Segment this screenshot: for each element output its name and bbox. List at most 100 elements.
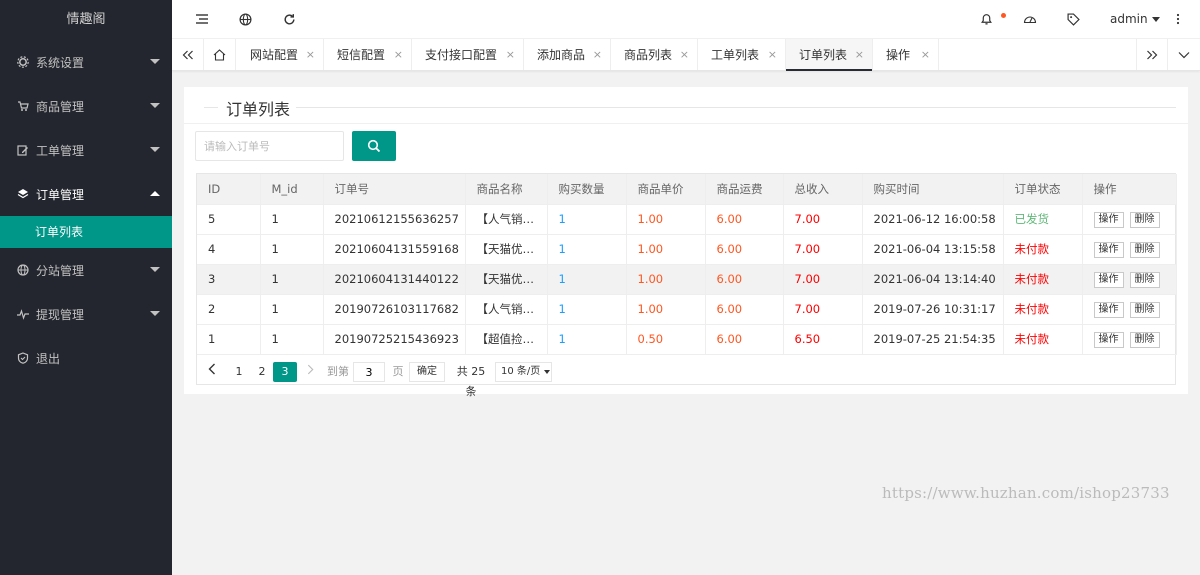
cell-time: 2019-07-25 21:54:35: [862, 324, 1004, 355]
tab-label: 添加商品: [537, 48, 586, 62]
cell-order-no: 20190726103117682: [323, 294, 466, 325]
tab-order-list[interactable]: 订单列表 ×: [786, 39, 873, 71]
cell-name: 【超值捡…: [465, 324, 548, 355]
per-page-select[interactable]: 10 条/页: [495, 362, 552, 382]
sidebar-item-goods[interactable]: 商品管理: [0, 84, 172, 128]
tag-icon[interactable]: [1065, 11, 1081, 27]
delete-button[interactable]: 删除: [1129, 211, 1160, 228]
tab-label: 操作: [886, 48, 911, 62]
tab-add-goods[interactable]: 添加商品 ×: [524, 39, 611, 70]
tab-close-icon[interactable]: ×: [593, 48, 602, 61]
col-header: 商品名称: [465, 174, 548, 205]
operate-button[interactable]: 操作: [1093, 241, 1124, 258]
order-search-input[interactable]: [195, 131, 344, 161]
cell-qty: 1: [547, 324, 627, 355]
cell-order-no: 20210612155636257: [323, 204, 466, 235]
cell-actions: 操作 删除: [1082, 294, 1177, 325]
sidebar-item-logout[interactable]: 退出: [0, 336, 172, 380]
refresh-icon[interactable]: [281, 11, 297, 27]
tab-close-icon[interactable]: ×: [680, 48, 689, 61]
col-header: 商品运费: [705, 174, 784, 205]
tab-label: 支付接口配置: [425, 48, 498, 62]
tab-close-icon[interactable]: ×: [306, 48, 315, 61]
operate-button[interactable]: 操作: [1093, 211, 1124, 228]
prev-page-icon[interactable]: [203, 362, 221, 382]
cell-freight: 6.00: [705, 234, 784, 265]
tabs-dropdown-icon[interactable]: [1168, 39, 1200, 70]
tab-close-icon[interactable]: ×: [394, 48, 403, 61]
tab-ticket-list[interactable]: 工单列表 ×: [698, 39, 786, 70]
orders-table-wrap: ID M_id 订单号 商品名称 购买数量 商品单价 商品运费 总收入 购买时间…: [196, 173, 1177, 398]
col-header: 商品单价: [626, 174, 706, 205]
tab-sms-config[interactable]: 短信配置 ×: [324, 39, 412, 70]
tab-site-config[interactable]: 网站配置 ×: [237, 39, 324, 70]
cell-mid: 1: [260, 234, 324, 265]
sidebar-item-system-settings[interactable]: 系统设置: [0, 40, 172, 84]
delete-button[interactable]: 删除: [1129, 271, 1160, 288]
operate-button[interactable]: 操作: [1093, 271, 1124, 288]
user-menu[interactable]: admin: [1110, 12, 1160, 26]
tab-close-icon[interactable]: ×: [921, 48, 930, 61]
page-button-3[interactable]: 3: [273, 362, 297, 382]
table-row[interactable]: 4 1 20210604131559168 【天猫优… 1 1.00 6.00 …: [197, 234, 1177, 265]
table-row[interactable]: 2 1 20190726103117682 【人气销… 1 1.00 6.00 …: [197, 294, 1177, 325]
cell-name: 【天猫优…: [465, 264, 548, 295]
tabs-scroll-right-icon[interactable]: [1136, 39, 1168, 70]
theme-palette-icon[interactable]: [1022, 11, 1038, 27]
cell-mid: 1: [260, 204, 324, 235]
cell-price: 1.00: [626, 204, 706, 235]
cell-status: 已发货: [1003, 204, 1083, 235]
page-button-2[interactable]: 2: [252, 362, 272, 382]
sidebar-item-tickets[interactable]: 工单管理: [0, 128, 172, 172]
delete-button[interactable]: 删除: [1129, 301, 1160, 318]
cell-order-no: 20210604131440122: [323, 264, 466, 295]
watermark: https://www.huzhan.com/ishop23733: [882, 484, 1170, 502]
sidebar-item-substations[interactable]: 分站管理: [0, 248, 172, 292]
edit-icon: [16, 143, 30, 157]
cell-actions: 操作 删除: [1082, 324, 1177, 355]
sidebar-item-orders[interactable]: 订单管理: [0, 172, 172, 216]
tab-goods-list[interactable]: 商品列表 ×: [611, 39, 698, 70]
table-row[interactable]: 3 1 20210604131440122 【天猫优… 1 1.00 6.00 …: [197, 264, 1177, 295]
delete-button[interactable]: 删除: [1129, 331, 1160, 348]
goto-confirm-button[interactable]: 确定: [409, 362, 445, 382]
sidebar-item-withdrawals[interactable]: 提现管理: [0, 292, 172, 336]
next-page-icon[interactable]: [303, 362, 317, 382]
sidebar-item-label: 提现管理: [36, 307, 85, 322]
cell-time: 2021-06-04 13:14:40: [862, 264, 1004, 295]
cell-time: 2021-06-12 16:00:58: [862, 204, 1004, 235]
tab-close-icon[interactable]: ×: [506, 48, 515, 61]
cell-time: 2021-06-04 13:15:58: [862, 234, 1004, 265]
tab-close-icon[interactable]: ×: [855, 48, 864, 61]
cell-qty: 1: [547, 234, 627, 265]
sidebar-subitem-order-list[interactable]: 订单列表: [0, 216, 172, 248]
bell-icon[interactable]: [978, 11, 994, 27]
page-button-1[interactable]: 1: [229, 362, 249, 382]
cell-income: 7.00: [783, 264, 863, 295]
more-vertical-icon[interactable]: [1170, 11, 1186, 27]
caret-down-icon: [1151, 16, 1160, 22]
cell-status: 未付款: [1003, 234, 1083, 265]
delete-button[interactable]: 删除: [1129, 241, 1160, 258]
globe-icon[interactable]: [237, 11, 253, 27]
goto-page-input[interactable]: [353, 362, 385, 382]
search-button[interactable]: [352, 131, 396, 161]
tabs-scroll-left-icon[interactable]: [172, 39, 204, 70]
table-header-row: ID M_id 订单号 商品名称 购买数量 商品单价 商品运费 总收入 购买时间…: [197, 174, 1177, 205]
tab-operation[interactable]: 操作 ×: [873, 39, 939, 70]
title-line-left: [204, 107, 218, 108]
table-row[interactable]: 1 1 20190725215436923 【超值捡… 1 0.50 6.00 …: [197, 324, 1177, 355]
home-tab-icon[interactable]: [204, 39, 236, 70]
chevron-down-icon: [150, 267, 160, 272]
cell-time: 2019-07-26 10:31:17: [862, 294, 1004, 325]
operate-button[interactable]: 操作: [1093, 301, 1124, 318]
tab-close-icon[interactable]: ×: [768, 48, 777, 61]
user-name: admin: [1110, 12, 1148, 26]
app-logo: 情趣阁: [0, 0, 172, 40]
cell-freight: 6.00: [705, 294, 784, 325]
table-row[interactable]: 5 1 20210612155636257 【人气销… 1 1.00 6.00 …: [197, 204, 1177, 235]
cell-id: 5: [197, 204, 261, 235]
menu-toggle-icon[interactable]: [194, 11, 210, 27]
operate-button[interactable]: 操作: [1093, 331, 1124, 348]
tab-payment-config[interactable]: 支付接口配置 ×: [412, 39, 524, 70]
